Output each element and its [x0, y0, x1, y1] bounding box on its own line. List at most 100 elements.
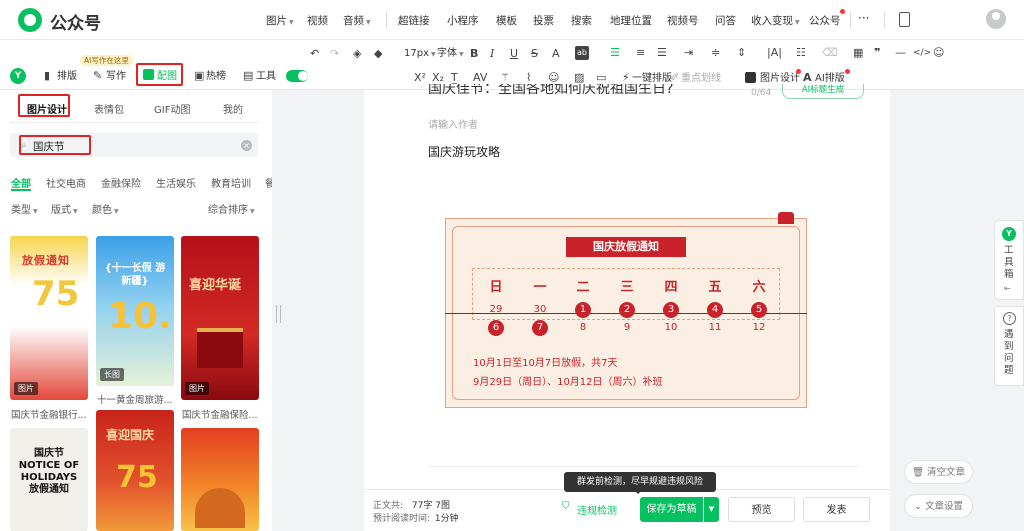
tab-mine[interactable]: 我的: [223, 101, 243, 116]
clear-format-icon[interactable]: ⌫: [822, 46, 838, 60]
category-more[interactable]: 餐: [265, 175, 272, 190]
paint-bucket-icon[interactable]: ◆: [374, 47, 382, 61]
menu-channels[interactable]: 视频号: [667, 13, 699, 28]
letter-spacing-icon[interactable]: |A|: [767, 46, 782, 60]
template-thumbnail[interactable]: {十一长假 游新疆} 10.1 长图: [96, 236, 174, 386]
author-input[interactable]: 请输入作者: [428, 116, 478, 131]
align-right-icon[interactable]: ☰: [657, 46, 667, 60]
body-paragraph[interactable]: 国庆游玩攻略: [428, 143, 500, 160]
publish-button[interactable]: 发表: [803, 497, 870, 522]
menu-official[interactable]: 公众号: [809, 13, 841, 28]
font-size-adjust-icon[interactable]: AV: [473, 71, 487, 85]
card-icon[interactable]: ▭: [596, 71, 606, 85]
background-color-icon[interactable]: ab: [575, 46, 589, 60]
template-thumbnail[interactable]: 喜迎国庆 75: [96, 410, 174, 531]
tab-gif[interactable]: GIF动图: [154, 101, 190, 116]
clear-article-button[interactable]: 🗑 清空文章: [904, 460, 973, 484]
image-design-icon: [745, 72, 756, 83]
align-center-icon[interactable]: ≡: [636, 46, 645, 60]
format-painter-icon[interactable]: ◈: [353, 47, 361, 61]
weekday-label: 一: [533, 280, 547, 295]
menu-vote[interactable]: 投票: [533, 13, 554, 28]
toggle-switch[interactable]: [286, 70, 308, 82]
tab-hot[interactable]: 热榜: [206, 70, 226, 84]
clear-search-icon[interactable]: ×: [241, 140, 252, 151]
category-finance[interactable]: 金融保险: [101, 175, 141, 190]
text-style-icon[interactable]: T̲: [451, 71, 458, 85]
indent-icon[interactable]: ⇥: [684, 46, 693, 60]
font-size-select[interactable]: 17px ▼: [404, 47, 436, 62]
filter-color[interactable]: 颜色 ▼: [92, 201, 119, 216]
category-all[interactable]: 全部: [11, 175, 31, 190]
help-side-button[interactable]: ? 遇到问题: [994, 306, 1024, 386]
mobile-preview-icon[interactable]: [899, 12, 910, 27]
font-color-icon[interactable]: A: [552, 47, 560, 61]
divider-line-icon[interactable]: —: [895, 46, 906, 60]
violation-check-button[interactable]: 违规检测: [577, 502, 617, 517]
italic-icon[interactable]: I: [490, 47, 494, 61]
magic-wand-icon[interactable]: ⚚: [500, 71, 510, 85]
calendar-note: 10月1日至10月7日放假，共7天: [473, 358, 618, 369]
save-dropdown-icon[interactable]: ▼: [704, 497, 719, 522]
menu-search[interactable]: 搜索: [571, 13, 592, 28]
tab-layout[interactable]: 排版: [57, 70, 77, 84]
line-height-icon[interactable]: ≑: [711, 46, 720, 60]
word-count: 正文共: 77字 7图: [373, 501, 450, 511]
avatar[interactable]: [986, 9, 1006, 29]
template-thumbnail[interactable]: 放假通知 75 图片: [10, 236, 88, 400]
template-thumbnail[interactable]: [181, 428, 259, 531]
list-icon[interactable]: ☷: [796, 46, 806, 60]
underline-icon[interactable]: U: [510, 47, 518, 61]
sticker-icon[interactable]: ☺: [548, 71, 559, 85]
tab-emoji[interactable]: 表情包: [94, 101, 124, 116]
chart-icon[interactable]: ⌇: [526, 71, 531, 85]
menu-hyperlink[interactable]: 超链接: [398, 13, 430, 28]
save-draft-button[interactable]: 保存为草稿: [640, 497, 703, 522]
subscript-icon[interactable]: X₂: [432, 71, 444, 85]
menu-monetize[interactable]: 收入变现 ▼: [751, 13, 800, 28]
paragraph-spacing-icon[interactable]: ⇕: [737, 46, 746, 60]
emoji-icon[interactable]: ☺: [933, 46, 944, 60]
chevron-down-icon: ⌄: [913, 501, 922, 512]
calendar-day-holiday: 3: [663, 302, 679, 318]
ai-title-button[interactable]: AI标题生成: [782, 84, 864, 99]
align-left-icon[interactable]: ☰: [610, 46, 620, 60]
filter-layout[interactable]: 版式 ▼: [51, 201, 78, 216]
sort-select[interactable]: 综合排序 ▼: [208, 201, 255, 216]
collapse-handle-icon[interactable]: [276, 305, 281, 323]
filter-type[interactable]: 类型 ▼: [11, 201, 38, 216]
category-life[interactable]: 生活娱乐: [156, 175, 196, 190]
tab-write[interactable]: 写作: [106, 70, 126, 84]
article-settings-button[interactable]: ⌄ 文章设置: [904, 494, 973, 518]
preview-button[interactable]: 预览: [728, 497, 795, 522]
category-education[interactable]: 教育培训: [211, 175, 251, 190]
tab-tools[interactable]: 工具: [256, 70, 276, 84]
quote-icon[interactable]: ❞: [874, 46, 880, 60]
table-icon[interactable]: ▦: [853, 46, 863, 60]
menu-video[interactable]: 视频: [307, 13, 328, 28]
wechat-logo-icon: [18, 8, 42, 32]
toolbox-side-button[interactable]: Y 工具箱 ⇤: [994, 220, 1024, 300]
template-thumbnail[interactable]: 喜迎华诞 图片: [181, 236, 259, 400]
strikethrough-icon[interactable]: S: [531, 47, 538, 61]
menu-qa[interactable]: 问答: [715, 13, 736, 28]
menu-miniprogram[interactable]: 小程序: [447, 13, 479, 28]
menu-audio[interactable]: 音频 ▼: [343, 13, 371, 28]
code-icon[interactable]: </>: [913, 46, 931, 60]
redo-icon[interactable]: ↷: [330, 47, 339, 61]
notification-dot: [845, 69, 850, 74]
undo-icon[interactable]: ↶: [310, 47, 319, 61]
category-social[interactable]: 社交电商: [46, 175, 86, 190]
more-menu-button[interactable]: ···: [858, 11, 869, 25]
bold-icon[interactable]: B: [470, 47, 478, 61]
template-thumbnail[interactable]: 国庆节 NOTICE OF HOLIDAYS 放假通知: [10, 428, 88, 531]
toolbox-label: 工具箱: [1004, 245, 1014, 280]
menu-image[interactable]: 图片 ▼: [266, 13, 294, 28]
menu-location[interactable]: 地理位置: [610, 13, 652, 28]
article-title[interactable]: 国庆佳节：全国各地如何庆祝祖国生日?: [428, 84, 748, 100]
superscript-icon[interactable]: X²: [414, 71, 426, 85]
menu-template[interactable]: 模板: [496, 13, 517, 28]
toolbox-icon: ▤: [243, 69, 254, 82]
image-insert-icon[interactable]: ▨: [574, 71, 584, 85]
font-family-select[interactable]: 字体 ▼: [437, 47, 464, 62]
